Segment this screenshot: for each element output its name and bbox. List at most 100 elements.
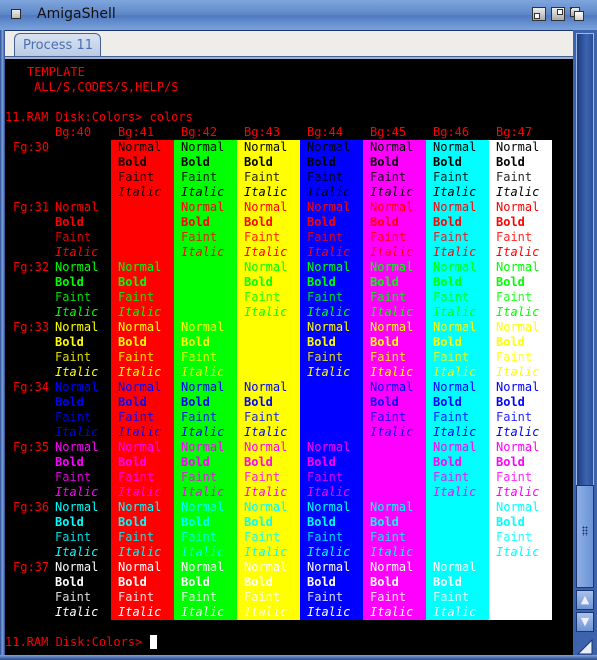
iconify-icon[interactable] (532, 7, 546, 21)
command-prompt-line: 11.RAM Disk:Colors> colors (5, 110, 193, 124)
sample-bold: Bold (496, 155, 525, 169)
sample-bold: Bold (307, 575, 336, 589)
sample-italic: Italic (370, 305, 414, 319)
sample-faint: Faint (370, 590, 407, 604)
sample-normal: Normal (370, 200, 414, 214)
sample-italic: Italic (55, 365, 99, 379)
depth-icon[interactable] (570, 7, 584, 21)
sample-italic: Italic (496, 365, 540, 379)
fg-label: Fg:35 (13, 440, 50, 454)
shell-console[interactable]: TEMPLATE ALL/S,CODES/S,HELP/S 11.RAM Dis… (5, 59, 573, 655)
sample-italic: Italic (433, 605, 477, 619)
sample-bold: Bold (55, 575, 84, 589)
current-prompt[interactable]: 11.RAM Disk:Colors> (5, 635, 157, 650)
sample-bold: Bold (433, 455, 462, 469)
sample-italic: Italic (55, 245, 99, 259)
sample-normal: Normal (244, 260, 288, 274)
sample-faint: Faint (496, 470, 533, 484)
sample-normal: Normal (181, 260, 225, 274)
sample-bold: Bold (118, 275, 147, 289)
sample-bold: Bold (307, 215, 336, 229)
sample-normal: Normal (118, 320, 162, 334)
sample-normal: Normal (307, 200, 351, 214)
sample-normal: Normal (55, 140, 99, 154)
sample-bold: Bold (307, 395, 336, 409)
resize-handle-icon[interactable] (576, 638, 594, 656)
sample-italic: Italic (55, 605, 99, 619)
sample-faint: Faint (307, 530, 344, 544)
sample-bold: Bold (181, 155, 210, 169)
sample-faint: Faint (370, 170, 407, 184)
fg-label: Fg:34 (13, 380, 50, 394)
sample-normal: Normal (181, 500, 225, 514)
sample-normal: Normal (118, 440, 162, 454)
sample-italic: Italic (118, 365, 162, 379)
text-cursor (149, 635, 157, 649)
sample-italic: Italic (244, 545, 288, 559)
scroll-up-button[interactable]: ▲ (576, 590, 594, 610)
sample-italic: Italic (118, 185, 162, 199)
sample-italic: Italic (307, 545, 351, 559)
tab-process-11[interactable]: Process 11 (14, 33, 101, 58)
sample-faint: Faint (181, 230, 218, 244)
sample-italic: Italic (244, 485, 288, 499)
sample-normal: Normal (244, 140, 288, 154)
sample-bold: Bold (55, 155, 84, 169)
sample-bold: Bold (181, 335, 210, 349)
sample-bold: Bold (181, 395, 210, 409)
sample-bold: Bold (370, 335, 399, 349)
sample-italic: Italic (55, 305, 99, 319)
sample-normal: Normal (55, 200, 99, 214)
sample-faint: Faint (307, 290, 344, 304)
sample-normal: Normal (244, 320, 288, 334)
sample-italic: Italic (181, 605, 225, 619)
sample-italic: Italic (307, 305, 351, 319)
sample-normal: Normal (496, 560, 540, 574)
sample-normal: Normal (496, 380, 540, 394)
sample-italic: Italic (370, 545, 414, 559)
sample-italic: Italic (496, 245, 540, 259)
zoom-icon[interactable] (551, 7, 565, 21)
sample-faint: Faint (55, 230, 92, 244)
sample-faint: Faint (181, 350, 218, 364)
scrollbar-thumb[interactable] (576, 485, 594, 588)
sample-italic: Italic (496, 305, 540, 319)
sample-normal: Normal (55, 500, 99, 514)
sample-faint: Faint (244, 470, 281, 484)
bg-header: Bg:42 (181, 125, 218, 139)
sample-faint: Faint (496, 530, 533, 544)
sample-faint: Faint (118, 530, 155, 544)
sample-faint: Faint (118, 290, 155, 304)
grip-icon (582, 526, 588, 536)
sample-italic: Italic (118, 305, 162, 319)
bg-header: Bg:46 (433, 125, 470, 139)
sample-bold: Bold (244, 215, 273, 229)
sample-faint: Faint (370, 350, 407, 364)
title-bar[interactable]: AmigaShell (0, 0, 597, 31)
sample-bold: Bold (433, 515, 462, 529)
sample-italic: Italic (181, 185, 225, 199)
sample-faint: Faint (244, 230, 281, 244)
tab-bar: Process 11 (5, 31, 573, 58)
sample-faint: Faint (370, 410, 407, 424)
arrow-down-icon: ▼ (580, 615, 590, 628)
vertical-scrollbar[interactable]: ▲ ▼ (573, 30, 597, 660)
sample-normal: Normal (307, 260, 351, 274)
sample-faint: Faint (496, 230, 533, 244)
sample-normal: Normal (433, 140, 477, 154)
sample-normal: Normal (433, 320, 477, 334)
sample-normal: Normal (433, 260, 477, 274)
fg-label: Fg:32 (13, 260, 50, 274)
sample-bold: Bold (244, 395, 273, 409)
sample-faint: Faint (118, 590, 155, 604)
sample-bold: Bold (496, 275, 525, 289)
sample-faint: Faint (55, 290, 92, 304)
sample-italic: Italic (370, 365, 414, 379)
sample-bold: Bold (370, 575, 399, 589)
sample-italic: Italic (433, 185, 477, 199)
close-icon[interactable] (11, 9, 21, 19)
sample-faint: Faint (244, 170, 281, 184)
sample-bold: Bold (244, 155, 273, 169)
scroll-down-button[interactable]: ▼ (576, 612, 594, 632)
sample-normal: Normal (55, 440, 99, 454)
